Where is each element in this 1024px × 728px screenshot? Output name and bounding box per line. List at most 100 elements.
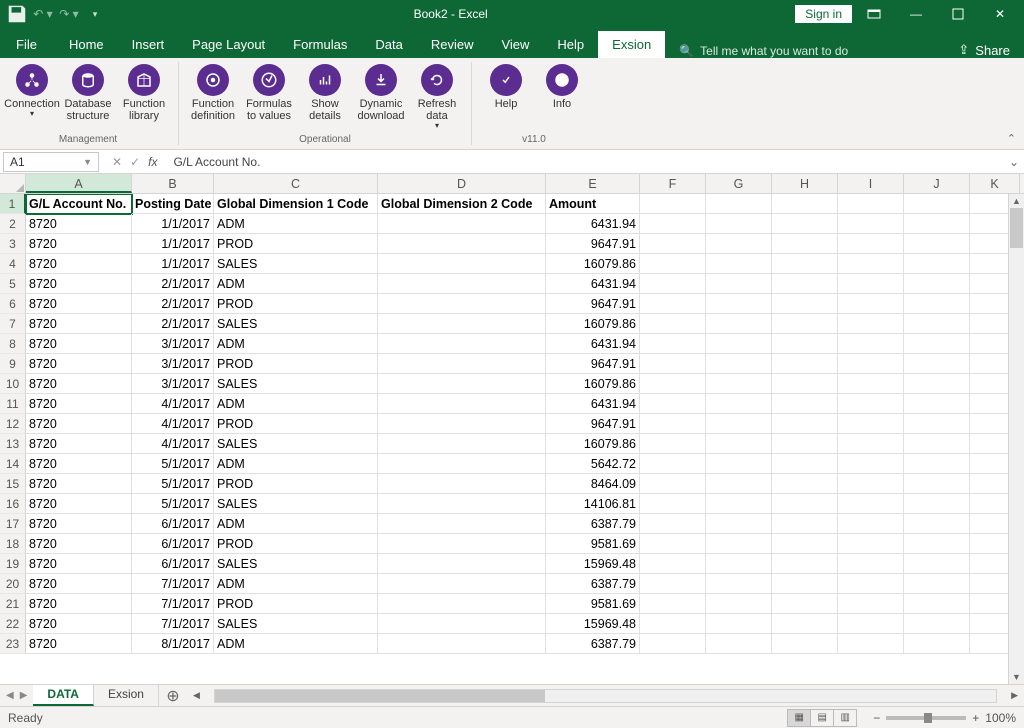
cell[interactable]	[706, 234, 772, 254]
cell[interactable]: 7/1/2017	[132, 614, 214, 634]
cell[interactable]: 8720	[26, 414, 132, 434]
row-header[interactable]: 18	[0, 534, 26, 554]
cell[interactable]	[904, 374, 970, 394]
cell[interactable]: 8720	[26, 514, 132, 534]
zoom-in-icon[interactable]: +	[972, 711, 979, 725]
scroll-down-icon[interactable]: ▼	[1009, 670, 1024, 684]
cell[interactable]	[904, 234, 970, 254]
sheet-tab-exsion[interactable]: Exsion	[94, 685, 159, 706]
cell[interactable]	[838, 194, 904, 214]
cell[interactable]: 3/1/2017	[132, 374, 214, 394]
cell[interactable]: 8720	[26, 454, 132, 474]
minimize-icon[interactable]: —	[896, 0, 936, 28]
cell[interactable]: Amount	[546, 194, 640, 214]
sheet-tab-data[interactable]: DATA	[33, 685, 94, 706]
cell[interactable]	[772, 374, 838, 394]
cell[interactable]	[904, 494, 970, 514]
cell[interactable]: 8720	[26, 594, 132, 614]
row-header[interactable]: 4	[0, 254, 26, 274]
cell[interactable]	[378, 214, 546, 234]
cell[interactable]	[378, 634, 546, 654]
cell[interactable]: 8720	[26, 254, 132, 274]
cell[interactable]	[378, 434, 546, 454]
column-header-f[interactable]: F	[640, 174, 706, 193]
cell[interactable]: 9647.91	[546, 234, 640, 254]
cell[interactable]: 3/1/2017	[132, 354, 214, 374]
cell[interactable]: 3/1/2017	[132, 334, 214, 354]
cell[interactable]: 8720	[26, 374, 132, 394]
row-header[interactable]: 3	[0, 234, 26, 254]
cell[interactable]	[706, 574, 772, 594]
cell[interactable]: 6431.94	[546, 274, 640, 294]
cell[interactable]: 8720	[26, 354, 132, 374]
expand-formula-bar-icon[interactable]: ⌄	[1004, 155, 1024, 169]
cell[interactable]	[640, 254, 706, 274]
cell[interactable]	[706, 214, 772, 234]
cell[interactable]	[772, 414, 838, 434]
row-header[interactable]: 10	[0, 374, 26, 394]
column-header-a[interactable]: A	[26, 174, 132, 193]
cell[interactable]	[838, 574, 904, 594]
undo-icon[interactable]: ↶ ▾	[32, 3, 54, 25]
cell[interactable]	[772, 294, 838, 314]
cell[interactable]	[640, 354, 706, 374]
zoom-slider[interactable]	[886, 716, 966, 720]
cell[interactable]	[640, 514, 706, 534]
cell[interactable]: 5/1/2017	[132, 474, 214, 494]
name-box[interactable]: A1▼	[3, 152, 99, 172]
cell[interactable]	[706, 274, 772, 294]
cell[interactable]	[706, 414, 772, 434]
cell[interactable]	[706, 394, 772, 414]
cell[interactable]	[904, 354, 970, 374]
cell[interactable]	[706, 514, 772, 534]
row-header[interactable]: 2	[0, 214, 26, 234]
cell[interactable]: 5/1/2017	[132, 494, 214, 514]
cell[interactable]	[640, 554, 706, 574]
cell[interactable]	[378, 534, 546, 554]
tab-page-layout[interactable]: Page Layout	[178, 31, 279, 58]
cell[interactable]: PROD	[214, 594, 378, 614]
row-header[interactable]: 5	[0, 274, 26, 294]
cell[interactable]: PROD	[214, 234, 378, 254]
cell[interactable]	[378, 314, 546, 334]
cell[interactable]: ADM	[214, 454, 378, 474]
cell[interactable]	[706, 374, 772, 394]
cell[interactable]: PROD	[214, 534, 378, 554]
cell[interactable]	[772, 354, 838, 374]
column-header-b[interactable]: B	[132, 174, 214, 193]
cell[interactable]: ADM	[214, 514, 378, 534]
cell[interactable]	[904, 434, 970, 454]
cell[interactable]: 14106.81	[546, 494, 640, 514]
cell[interactable]	[378, 494, 546, 514]
cell[interactable]: 8720	[26, 334, 132, 354]
cell[interactable]: 16079.86	[546, 434, 640, 454]
column-header-k[interactable]: K	[970, 174, 1020, 193]
cell[interactable]: 8464.09	[546, 474, 640, 494]
cell[interactable]	[838, 214, 904, 234]
cell[interactable]	[640, 574, 706, 594]
save-icon[interactable]	[6, 3, 28, 25]
cell[interactable]	[706, 494, 772, 514]
row-header[interactable]: 17	[0, 514, 26, 534]
cell[interactable]: 8720	[26, 614, 132, 634]
row-header[interactable]: 8	[0, 334, 26, 354]
cell[interactable]: 8720	[26, 494, 132, 514]
zoom-out-icon[interactable]: −	[873, 711, 880, 725]
cell[interactable]	[838, 254, 904, 274]
cell[interactable]	[772, 254, 838, 274]
cell[interactable]: 1/1/2017	[132, 254, 214, 274]
cell[interactable]: 4/1/2017	[132, 434, 214, 454]
row-header[interactable]: 12	[0, 414, 26, 434]
row-header[interactable]: 19	[0, 554, 26, 574]
dynamic-download-button[interactable]: Dynamic download	[353, 60, 409, 134]
cell[interactable]: 4/1/2017	[132, 394, 214, 414]
cell[interactable]: Global Dimension 2 Code	[378, 194, 546, 214]
cell[interactable]: 8720	[26, 234, 132, 254]
enter-formula-icon[interactable]: ✓	[130, 155, 140, 169]
cell[interactable]	[904, 414, 970, 434]
horizontal-scrollbar[interactable]: ◀ ▶	[187, 685, 1024, 706]
cell[interactable]: 8720	[26, 394, 132, 414]
cell[interactable]: 6/1/2017	[132, 554, 214, 574]
cell[interactable]	[706, 614, 772, 634]
tab-review[interactable]: Review	[417, 31, 488, 58]
